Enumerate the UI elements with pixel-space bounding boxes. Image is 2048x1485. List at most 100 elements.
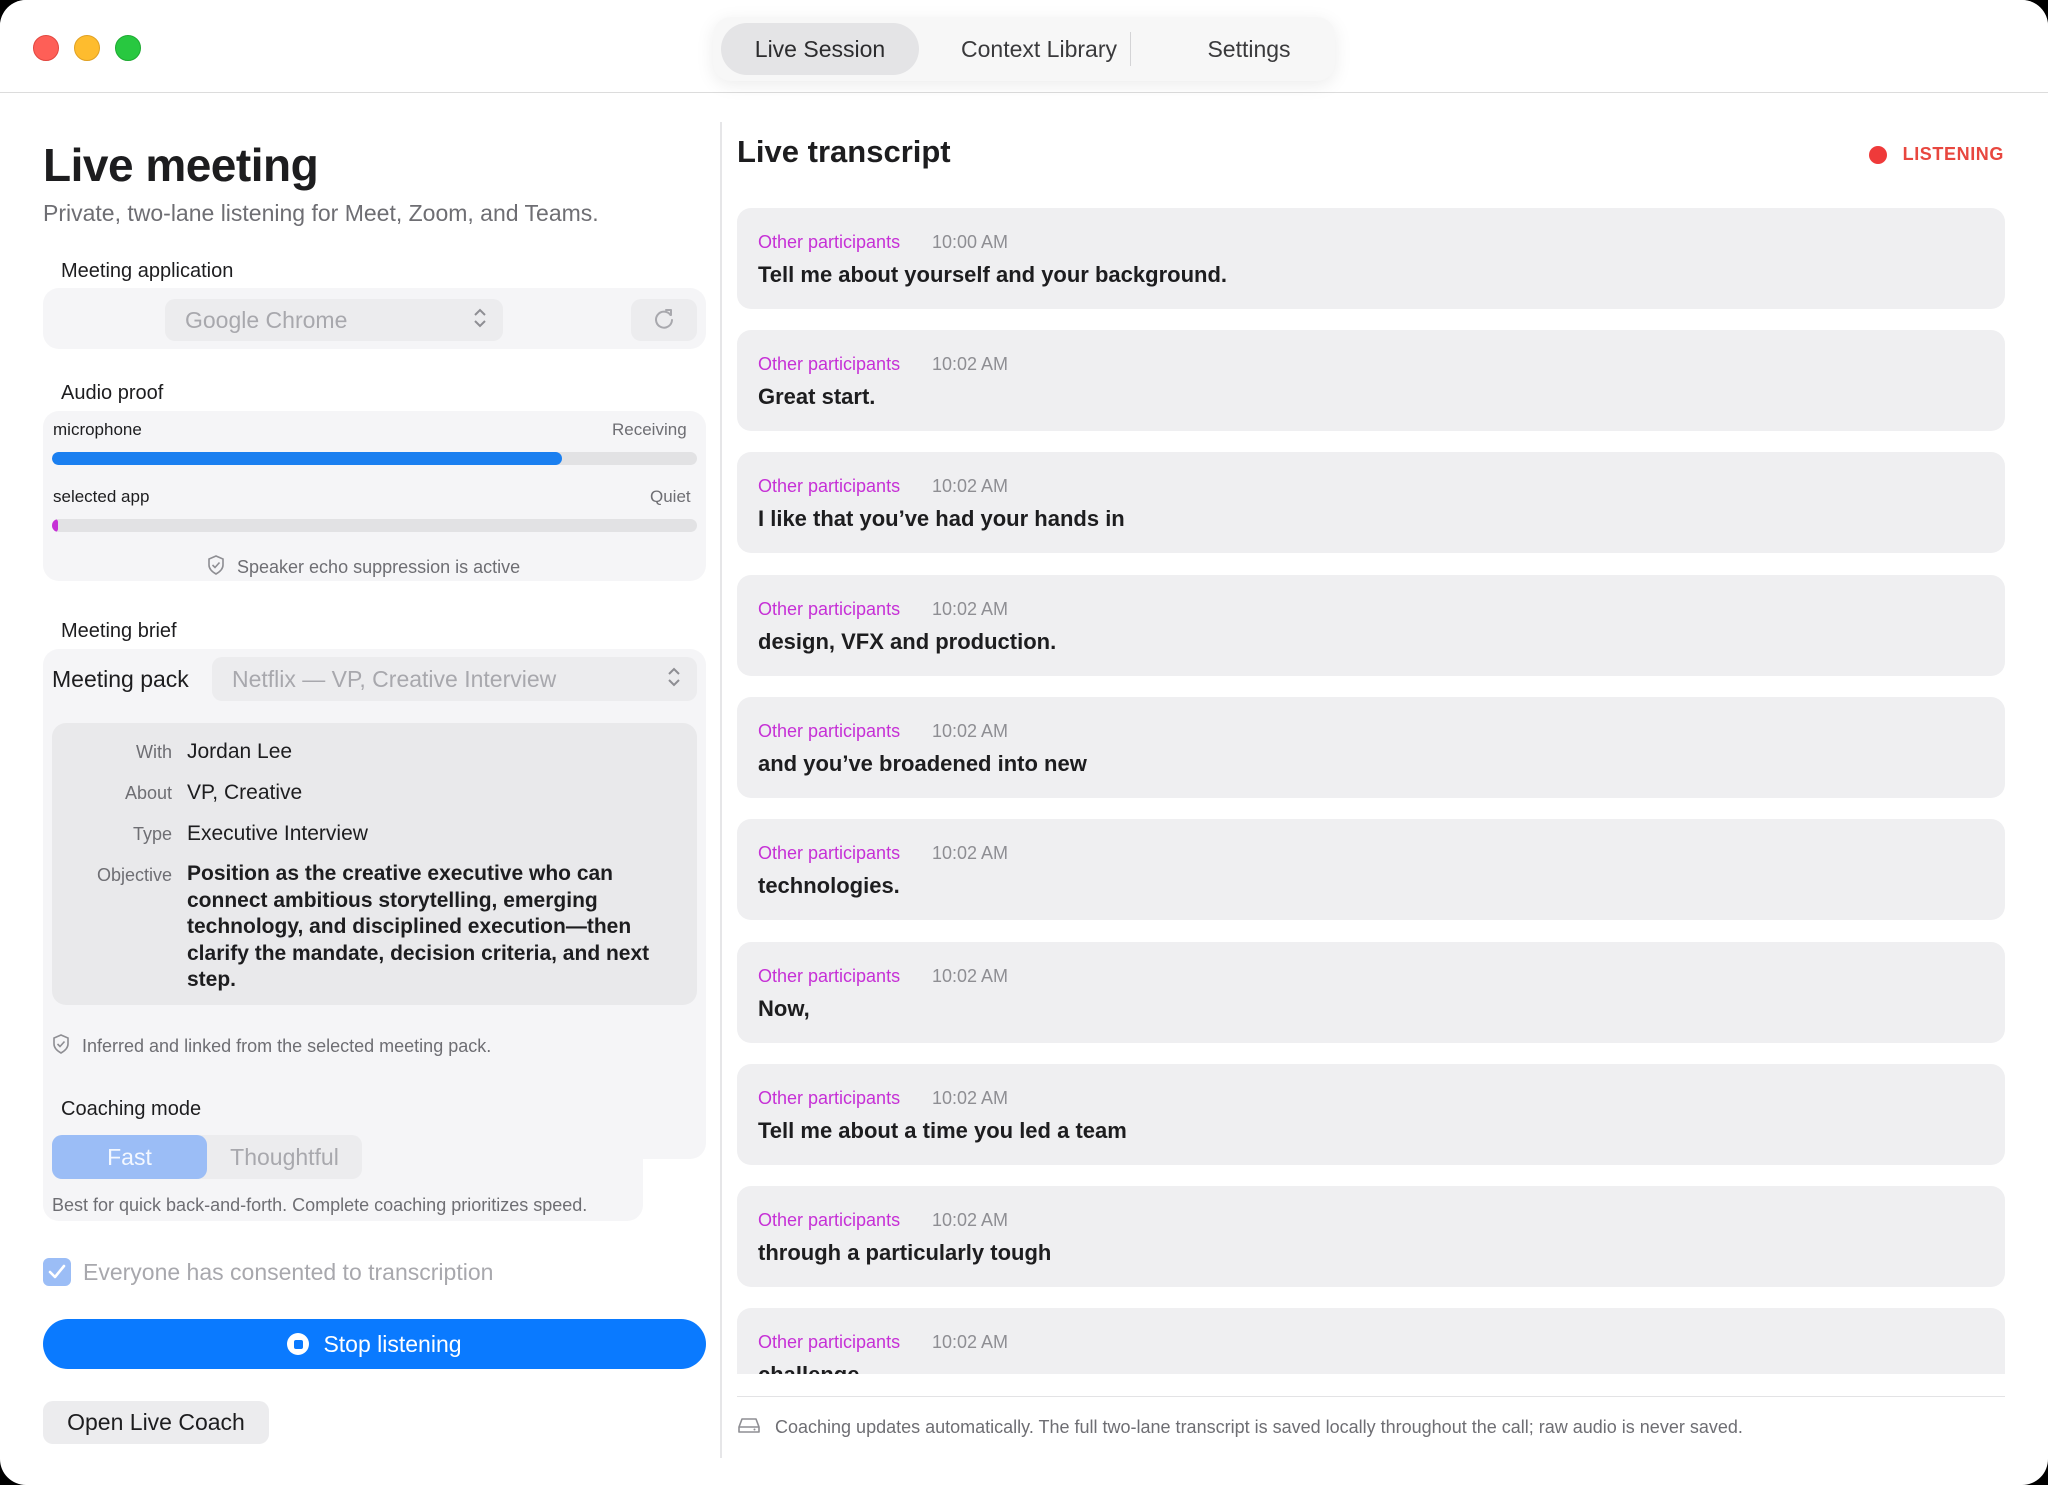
- message-text: and you’ve broadened into new: [758, 751, 1087, 776]
- brief-type-key: Type: [132, 824, 172, 844]
- echo-suppression-text: Speaker echo suppression is active: [237, 557, 521, 577]
- message-text: Tell me about yourself and your backgrou…: [758, 262, 1227, 287]
- message-text: through a particularly tough: [758, 1240, 1052, 1265]
- transcript-list[interactable]: Other participants 10:00 AM Tell me abou…: [737, 208, 2005, 1374]
- meeting-app-selected: Google Chrome: [185, 307, 348, 333]
- inferred-note-text: Inferred and linked from the selected me…: [82, 1036, 492, 1056]
- coaching-mode-fast[interactable]: Fast: [52, 1135, 207, 1179]
- transcript-message: Other participants 10:02 AM Tell me abou…: [737, 1064, 2005, 1165]
- message-text: Tell me about a time you led a team: [758, 1118, 1127, 1143]
- page-subtitle: Private, two-lane listening for Meet, Zo…: [43, 200, 599, 226]
- speaker-label: Other participants: [758, 843, 901, 863]
- meeting-pack-selected: Netflix — VP, Creative Interview: [232, 666, 557, 692]
- transcript-message: Other participants 10:02 AM Now,: [737, 942, 2005, 1043]
- consent-label: Everyone has consented to transcription: [83, 1258, 494, 1285]
- refresh-apps-button[interactable]: [631, 299, 697, 341]
- zoom-window-button[interactable]: [115, 35, 141, 61]
- consent-checkbox-row[interactable]: Everyone has consented to transcription: [43, 1258, 493, 1286]
- chevron-up-down-icon: [667, 666, 681, 692]
- refresh-icon: [652, 306, 676, 335]
- echo-suppression-note: Speaker echo suppression is active: [207, 555, 520, 580]
- message-time: 10:02 AM: [932, 599, 1009, 619]
- message-time: 10:02 AM: [932, 721, 1009, 741]
- listening-indicator: LISTENING: [1868, 144, 2004, 165]
- message-text: design, VFX and production.: [758, 629, 1057, 654]
- message-text: I like that you’ve had your hands in: [758, 506, 1125, 531]
- transcript-message: Other participants 10:02 AM challenge: [737, 1308, 2005, 1374]
- chevron-up-down-icon: [473, 307, 487, 333]
- stop-listening-button[interactable]: Stop listening: [43, 1319, 706, 1369]
- message-text: Now,: [758, 996, 810, 1021]
- open-live-coach-button[interactable]: Open Live Coach: [43, 1401, 269, 1444]
- tab-live-session[interactable]: Live Session: [721, 23, 919, 75]
- message-time: 10:02 AM: [932, 1210, 1009, 1230]
- main-tab-bar: Live Session Context Library Settings: [713, 17, 1335, 81]
- message-time: 10:02 AM: [932, 354, 1009, 374]
- transcript-message: Other participants 10:02 AM Great start.: [737, 330, 2005, 431]
- transcript-message: Other participants 10:02 AM technologies…: [737, 819, 2005, 920]
- meeting-brief-label: Meeting brief: [61, 620, 177, 642]
- brief-with-value: Jordan Lee: [187, 740, 293, 763]
- brief-objective-key: Objective: [96, 865, 172, 885]
- transcript-message: Other participants 10:02 AM design, VFX …: [737, 575, 2005, 676]
- stop-icon: [287, 1333, 310, 1355]
- close-window-button[interactable]: [33, 35, 59, 61]
- speaker-label: Other participants: [758, 1332, 901, 1352]
- meeting-pack-label: Meeting pack: [52, 666, 189, 692]
- title-bar: Live Session Context Library Settings: [0, 0, 2048, 93]
- speaker-label: Other participants: [758, 1088, 901, 1108]
- microphone-level-fill: [52, 452, 562, 465]
- microphone-label: microphone: [53, 420, 142, 439]
- tab-settings[interactable]: Settings: [1169, 23, 1329, 75]
- transcript-message: Other participants 10:00 AM Tell me abou…: [737, 208, 2005, 309]
- speaker-label: Other participants: [758, 476, 901, 496]
- shield-check-icon: [52, 1034, 70, 1059]
- transcript-message: Other participants 10:02 AM I like that …: [737, 452, 2005, 553]
- meeting-application-card: Google Chrome: [43, 288, 706, 349]
- message-time: 10:02 AM: [932, 843, 1009, 863]
- transcript-footer-divider: [737, 1396, 2005, 1397]
- selected-app-level-fill: [52, 519, 59, 532]
- inferred-note: Inferred and linked from the selected me…: [52, 1034, 491, 1059]
- message-time: 10:02 AM: [932, 476, 1009, 496]
- transcript-footer-text: Coaching updates automatically. The full…: [775, 1417, 1743, 1437]
- selected-app-status: Quiet: [650, 487, 691, 506]
- message-text: challenge: [758, 1362, 859, 1374]
- recording-dot-icon: [1868, 145, 1887, 164]
- consent-checkbox[interactable]: [43, 1258, 71, 1286]
- speaker-label: Other participants: [758, 599, 901, 619]
- page-title: Live meeting: [43, 139, 319, 191]
- transcript-pane: Live transcript LISTENING Other particip…: [722, 94, 2048, 1485]
- tab-divider: [1130, 32, 1131, 66]
- tab-context-library[interactable]: Context Library: [929, 23, 1149, 75]
- microphone-status: Receiving: [612, 420, 687, 439]
- stop-listening-label: Stop listening: [323, 1330, 462, 1357]
- speaker-label: Other participants: [758, 966, 901, 986]
- message-time: 10:00 AM: [932, 232, 1009, 252]
- meeting-pack-select[interactable]: Netflix — VP, Creative Interview: [212, 657, 697, 701]
- message-time: 10:02 AM: [932, 966, 1009, 986]
- brief-with-key: With: [136, 742, 172, 762]
- transcript-message: Other participants 10:02 AM and you’ve b…: [737, 697, 2005, 798]
- shield-check-icon: [207, 555, 225, 580]
- speaker-label: Other participants: [758, 721, 901, 741]
- coaching-mode-segmented: Fast Thoughtful: [52, 1135, 362, 1179]
- minimize-window-button[interactable]: [74, 35, 100, 61]
- app-window: Live Session Context Library Settings Li…: [0, 0, 2048, 1485]
- brief-objective-value: Position as the creative executive who c…: [187, 862, 650, 991]
- meeting-app-select[interactable]: Google Chrome: [165, 299, 503, 341]
- coaching-mode-hint: Best for quick back-and-forth. Complete …: [52, 1195, 588, 1215]
- listening-status: LISTENING: [1902, 144, 2004, 164]
- message-text: technologies.: [758, 873, 900, 898]
- speaker-label: Other participants: [758, 354, 901, 374]
- message-text: Great start.: [758, 384, 876, 409]
- transcript-message: Other participants 10:02 AM through a pa…: [737, 1186, 2005, 1287]
- speaker-label: Other participants: [758, 232, 901, 252]
- transcript-title: Live transcript: [737, 134, 951, 169]
- selected-app-level-meter: [52, 519, 697, 532]
- message-time: 10:02 AM: [932, 1332, 1009, 1352]
- meeting-application-label: Meeting application: [61, 260, 234, 282]
- coaching-mode-thoughtful[interactable]: Thoughtful: [207, 1135, 362, 1179]
- message-time: 10:02 AM: [932, 1088, 1009, 1108]
- microphone-level-meter: [52, 452, 697, 465]
